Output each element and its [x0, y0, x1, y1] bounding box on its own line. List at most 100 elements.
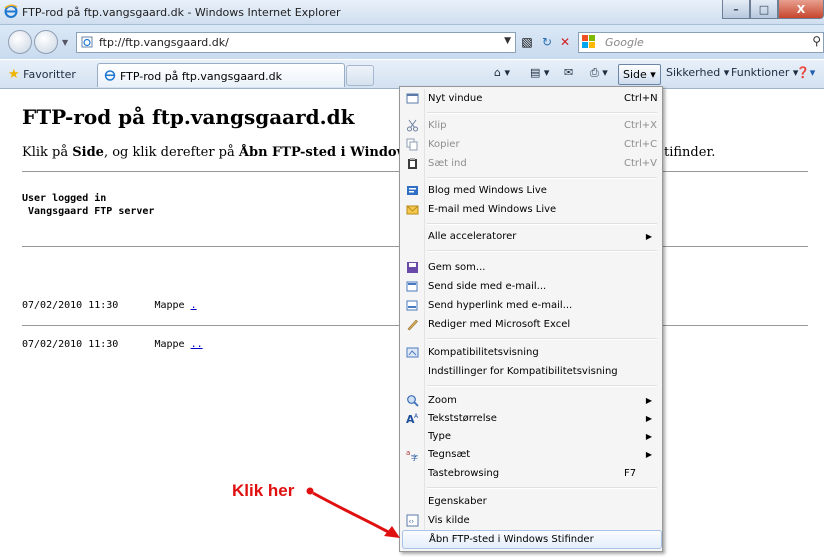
print-icon[interactable]: ⎙ ▾	[590, 66, 608, 80]
menu-shortcut: Ctrl+N	[624, 93, 658, 104]
menu-item-all-accelerators[interactable]: Alle acceleratorer ▶	[402, 227, 660, 246]
menu-item-email-windows-live[interactable]: E-mail med Windows Live	[402, 200, 660, 219]
home-icon[interactable]: ⌂ ▾	[494, 66, 510, 79]
menu-item-send-page-email[interactable]: Send side med e-mail...	[402, 277, 660, 296]
address-bar[interactable]: ftp://ftp.vangsgaard.dk/ ▼	[76, 32, 516, 53]
menu-label: Zoom	[428, 395, 457, 406]
menu-item-copy[interactable]: Kopier Ctrl+C	[402, 135, 660, 154]
encoding-icon: a字	[406, 449, 418, 461]
submenu-arrow-icon: ▶	[645, 432, 652, 441]
minimize-button[interactable]: –	[722, 0, 750, 19]
read-mail-icon[interactable]: ✉	[564, 66, 573, 79]
menu-item-zoom[interactable]: Zoom ▶	[402, 391, 660, 410]
menu-shortcut: F7	[624, 468, 637, 479]
annotation-text: Klik her	[232, 481, 295, 500]
page-icon	[104, 70, 116, 81]
instr-text: Klik på	[22, 145, 73, 160]
copy-icon	[406, 138, 418, 151]
menu-item-view-source[interactable]: ‹› Vis kilde	[402, 511, 660, 530]
menu-label: Egenskaber	[428, 496, 487, 507]
blog-icon	[407, 186, 418, 195]
compat-view-icon	[406, 347, 419, 358]
menu-item-properties[interactable]: Egenskaber	[402, 492, 660, 511]
help-icon[interactable]: ❓▾	[796, 66, 815, 79]
list-item: 07/02/2010 11:30 Mappe ..	[22, 338, 203, 351]
submenu-arrow-icon: ▶	[645, 232, 652, 241]
menu-label: Tekststørrelse	[428, 413, 497, 424]
menu-label: Rediger med Microsoft Excel	[428, 319, 571, 330]
menu-shortcut: Ctrl+X	[624, 120, 658, 131]
search-icon[interactable]: ⚲	[812, 34, 821, 48]
menu-label: Nyt vindue	[428, 93, 483, 104]
menu-item-text-size[interactable]: AA Tekststørrelse ▶	[402, 409, 660, 428]
folder-link[interactable]: ..	[191, 339, 203, 350]
list-type: Mappe	[154, 339, 185, 350]
svg-text:字: 字	[411, 453, 418, 461]
send-page-icon	[406, 281, 418, 292]
new-tab-button[interactable]	[346, 65, 374, 86]
menu-item-encoding[interactable]: a字 Tegnsæt ▶	[402, 445, 660, 464]
list-type: Mappe	[154, 300, 185, 311]
side-menu-button[interactable]: Side ▾	[618, 64, 661, 85]
search-box[interactable]: Google ⚲	[578, 32, 824, 53]
menu-item-compat-view[interactable]: Kompatibilitetsvisning	[402, 343, 660, 362]
menu-label: Alle acceleratorer	[428, 231, 517, 242]
folder-link[interactable]: .	[191, 300, 197, 311]
tab-label: FTP-rod på ftp.vangsgaard.dk	[120, 70, 282, 83]
feeds-icon[interactable]: ▤ ▾	[530, 66, 549, 79]
menu-item-caret-browsing[interactable]: Tastebrowsing F7	[402, 464, 660, 483]
back-button[interactable]	[8, 30, 32, 54]
menu-separator	[427, 385, 657, 387]
menu-label: Klip	[428, 120, 447, 131]
address-url[interactable]: ftp://ftp.vangsgaard.dk/	[99, 36, 229, 49]
star-icon: ★	[8, 67, 20, 82]
stop-icon[interactable]: ✕	[556, 33, 574, 51]
menu-item-type[interactable]: Type ▶	[402, 427, 660, 446]
menu-item-cut[interactable]: Klip Ctrl+X	[402, 116, 660, 135]
menu-label: Gem som...	[428, 262, 486, 273]
favorites-button[interactable]: ★ Favoritter	[8, 67, 76, 82]
refresh-icon[interactable]: ↻	[538, 33, 556, 51]
page-icon	[81, 36, 93, 48]
menu-label: Kompatibilitetsvisning	[428, 347, 539, 358]
menu-item-save-as[interactable]: Gem som...	[402, 258, 660, 277]
forward-button[interactable]	[34, 30, 58, 54]
menu-label: Åbn FTP-sted i Windows Stifinder	[429, 534, 594, 545]
banner-line: User logged in	[22, 193, 107, 204]
instructions-tail: tifinder.	[664, 145, 716, 160]
favorites-bar: ★ Favoritter FTP-rod på ftp.vangsgaard.d…	[0, 60, 824, 89]
scissors-icon	[407, 119, 418, 132]
menu-item-send-link-email[interactable]: Send hyperlink med e-mail...	[402, 296, 660, 315]
svg-text:a: a	[406, 449, 410, 457]
email-live-icon	[406, 205, 419, 215]
menu-label: E-mail med Windows Live	[428, 204, 557, 215]
save-icon	[407, 262, 418, 273]
menu-item-edit-excel[interactable]: Rediger med Microsoft Excel	[402, 315, 660, 334]
page-title: FTP-rod på ftp.vangsgaard.dk	[22, 105, 355, 129]
svg-text:A: A	[414, 413, 419, 420]
side-dropdown-menu: Nyt vindue Ctrl+N Klip Ctrl+X Kopier Ctr…	[399, 86, 663, 552]
menu-item-paste[interactable]: Sæt ind Ctrl+V	[402, 154, 660, 173]
tab-ftp-root[interactable]: FTP-rod på ftp.vangsgaard.dk	[97, 63, 345, 87]
address-dropdown-icon[interactable]: ▼	[504, 36, 511, 46]
menu-item-new-window[interactable]: Nyt vindue Ctrl+N	[402, 89, 660, 108]
pencil-icon	[407, 319, 418, 331]
menu-item-open-ftp-explorer[interactable]: Åbn FTP-sted i Windows Stifinder	[402, 530, 662, 549]
history-dropdown-icon[interactable]: ▼	[62, 38, 68, 47]
menu-separator	[427, 338, 657, 340]
menu-separator	[427, 487, 657, 489]
menu-item-blog-windows-live[interactable]: Blog med Windows Live	[402, 181, 660, 200]
close-button[interactable]: X	[778, 0, 824, 19]
menu-separator	[427, 177, 657, 179]
menu-label: Send hyperlink med e-mail...	[428, 300, 573, 311]
list-date: 07/02/2010 11:30	[22, 339, 119, 350]
menu-label: Tegnsæt	[428, 449, 471, 460]
menu-separator	[427, 112, 657, 114]
safety-menu-button[interactable]: Sikkerhed ▾	[666, 66, 729, 79]
maximize-button[interactable]: □	[750, 0, 778, 19]
tools-menu-button[interactable]: Funktioner ▾	[731, 66, 798, 79]
compat-view-icon[interactable]: ▧	[518, 33, 536, 51]
address-toolbar: ▼ ftp://ftp.vangsgaard.dk/ ▼ ▧ ↻ ✕ Googl…	[0, 25, 824, 59]
text-size-icon: AA	[406, 413, 419, 425]
menu-item-compat-settings[interactable]: Indstillinger for Kompatibilitetsvisning	[402, 362, 660, 381]
